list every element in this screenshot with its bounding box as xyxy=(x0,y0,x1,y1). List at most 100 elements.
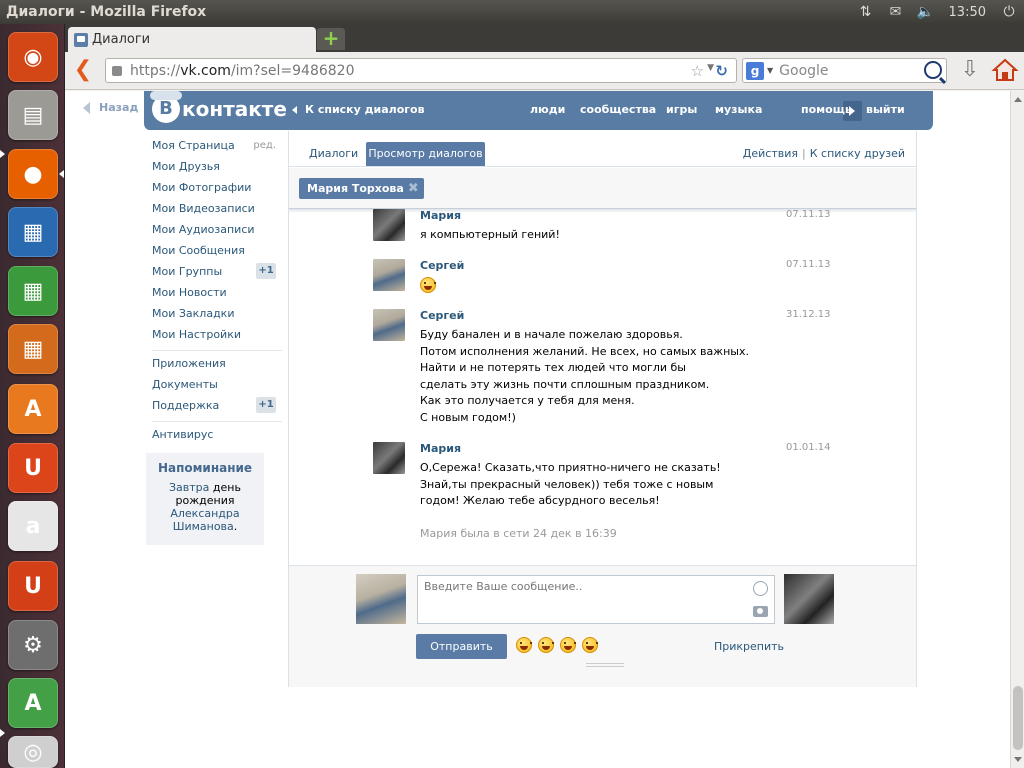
nav-help[interactable]: помощь xyxy=(801,103,852,116)
support-badge[interactable]: +1 xyxy=(256,397,276,413)
tab-dialogs-link[interactable]: Диалоги xyxy=(309,147,358,160)
message-input[interactable]: Введите Ваше сообщение.. xyxy=(417,575,775,624)
quick-emojis xyxy=(516,637,598,653)
send-button[interactable]: Отправить xyxy=(416,634,507,659)
scroll-thumb[interactable] xyxy=(1013,686,1023,750)
menu-bookmarks[interactable]: Мои Закладки xyxy=(152,307,282,328)
message-author[interactable]: Мария xyxy=(420,442,461,455)
menu-audio[interactable]: Мои Аудиозаписи xyxy=(152,223,282,244)
google-icon[interactable]: g xyxy=(746,61,764,80)
message-author[interactable]: Сергей xyxy=(420,259,464,272)
menu-my-page[interactable]: Моя Страница ред. xyxy=(152,139,282,160)
message-history[interactable]: Мария была в сети 24 дек в 16:39 Мария 07… xyxy=(289,209,916,559)
menu-antivirus[interactable]: Антивирус xyxy=(152,428,282,449)
home-icon[interactable] xyxy=(991,57,1019,83)
vk-back-link[interactable]: Назад xyxy=(83,101,138,114)
nav-logout[interactable]: выйти xyxy=(866,103,905,116)
url-dropdown-icon[interactable]: ▼ xyxy=(707,63,714,73)
new-tab-button[interactable]: + xyxy=(317,28,345,50)
vk-logo[interactable]: В контакте xyxy=(150,91,287,123)
ubuntu-dash-icon[interactable]: ◉ xyxy=(8,32,58,82)
software-center-icon[interactable]: A xyxy=(8,384,58,434)
url-bar[interactable]: https://vk.com/im?sel=9486820 ☆ ▼ ↻ xyxy=(105,58,737,83)
actions-link[interactable]: Действия xyxy=(743,147,798,160)
page-scrollbar[interactable] xyxy=(1010,91,1024,768)
search-bar[interactable]: g ▼ Google xyxy=(742,58,947,83)
nav-games[interactable]: игры xyxy=(666,103,697,116)
message-date: 07.11.13 xyxy=(786,259,831,270)
amazon-icon[interactable]: a xyxy=(8,501,58,551)
tab-view-dialogs[interactable]: Просмотр диалогов xyxy=(366,142,485,166)
reminder-person-link[interactable]: Александра Шиманова xyxy=(170,507,239,533)
smile-icon[interactable] xyxy=(753,581,768,596)
files-icon[interactable]: ▤ xyxy=(8,90,58,140)
window-title: Диалоги - Mozilla Firefox xyxy=(6,4,207,20)
message-avatar[interactable] xyxy=(373,259,405,291)
menu-apps[interactable]: Приложения xyxy=(152,357,282,378)
confused-emoji-icon[interactable] xyxy=(582,637,598,653)
bookmark-star-icon[interactable]: ☆ xyxy=(691,62,704,80)
software-updater-icon[interactable]: A xyxy=(8,678,58,728)
groups-badge[interactable]: +1 xyxy=(256,263,276,279)
friends-list-link[interactable]: К списку друзей xyxy=(810,147,905,160)
recipient-avatar[interactable] xyxy=(784,574,834,624)
message-avatar[interactable] xyxy=(373,442,405,474)
nav-music[interactable]: музыка xyxy=(715,103,762,116)
back-button[interactable]: ❮ xyxy=(71,59,95,83)
nav-people[interactable]: люди xyxy=(530,103,565,116)
message-avatar[interactable] xyxy=(373,209,405,241)
menu-friends[interactable]: Мои Друзья xyxy=(152,160,282,181)
power-icon[interactable]: ⏻ xyxy=(994,0,1024,24)
tab-bar: Диалоги + xyxy=(65,24,1024,52)
recipient-chip[interactable]: Мария Торхова ✖ xyxy=(299,178,424,199)
calc-icon[interactable]: ▦ xyxy=(8,266,58,316)
menu-divider xyxy=(152,421,282,422)
camera-icon[interactable] xyxy=(753,606,768,617)
vk-back-label: Назад xyxy=(99,101,139,114)
reminder-when-link[interactable]: Завтра xyxy=(169,481,209,494)
search-icon[interactable] xyxy=(924,61,942,79)
system-tray: ⇅ ✉ 🔈 13:50 ⏻ xyxy=(851,0,1024,24)
tab-dialogs[interactable]: Диалоги xyxy=(68,27,316,52)
message-author[interactable]: Мария xyxy=(420,209,461,222)
system-settings-icon[interactable]: ⚙ xyxy=(8,620,58,670)
laugh-emoji-icon[interactable] xyxy=(516,637,532,653)
edit-link[interactable]: ред. xyxy=(253,139,276,153)
menu-groups[interactable]: Мои Группы +1 xyxy=(152,263,282,286)
remove-chip-icon[interactable]: ✖ xyxy=(408,178,419,199)
message-avatar[interactable] xyxy=(373,309,405,341)
back-arrow-icon xyxy=(83,101,90,114)
impress-icon[interactable]: ▦ xyxy=(8,324,58,374)
dialog-actions: Действия | К списку друзей xyxy=(742,147,905,160)
to-dialog-list-link[interactable]: К списку диалогов xyxy=(292,103,425,116)
reload-icon[interactable]: ↻ xyxy=(715,62,728,80)
my-avatar[interactable] xyxy=(356,574,406,624)
menu-photos[interactable]: Мои Фотографии xyxy=(152,181,282,202)
menu-settings[interactable]: Мои Настройки xyxy=(152,328,282,349)
ubuntu-one-music-icon[interactable]: U xyxy=(8,561,58,611)
clock[interactable]: 13:50 xyxy=(941,5,994,20)
scroll-up-icon[interactable] xyxy=(1014,97,1022,102)
scroll-down-icon[interactable] xyxy=(1014,757,1022,762)
search-engine-dropdown-icon[interactable]: ▼ xyxy=(767,66,773,75)
smile-emoji-icon[interactable] xyxy=(560,637,576,653)
menu-messages[interactable]: Мои Сообщения xyxy=(152,244,282,265)
message-author[interactable]: Сергей xyxy=(420,309,464,322)
message-text xyxy=(420,277,750,299)
menu-videos[interactable]: Мои Видеозаписи xyxy=(152,202,282,223)
mail-icon[interactable]: ✉ xyxy=(881,0,911,24)
grin-emoji-icon[interactable] xyxy=(538,637,554,653)
network-icon[interactable]: ⇅ xyxy=(851,0,881,24)
nav-communities[interactable]: сообщества xyxy=(580,103,656,116)
download-icon[interactable]: ⇩ xyxy=(958,58,982,84)
menu-news[interactable]: Мои Новости xyxy=(152,286,282,307)
firefox-icon[interactable]: ● xyxy=(8,149,58,199)
attach-link[interactable]: Прикрепить xyxy=(714,640,784,653)
resize-grip[interactable] xyxy=(586,663,624,667)
volume-icon[interactable]: 🔈 xyxy=(911,0,941,24)
menu-documents[interactable]: Документы xyxy=(152,378,282,399)
menu-support[interactable]: Поддержка +1 xyxy=(152,397,282,420)
dvd-icon[interactable]: ◎ xyxy=(8,736,58,768)
writer-icon[interactable]: ▦ xyxy=(8,207,58,257)
ubuntu-one-icon[interactable]: U xyxy=(8,443,58,493)
